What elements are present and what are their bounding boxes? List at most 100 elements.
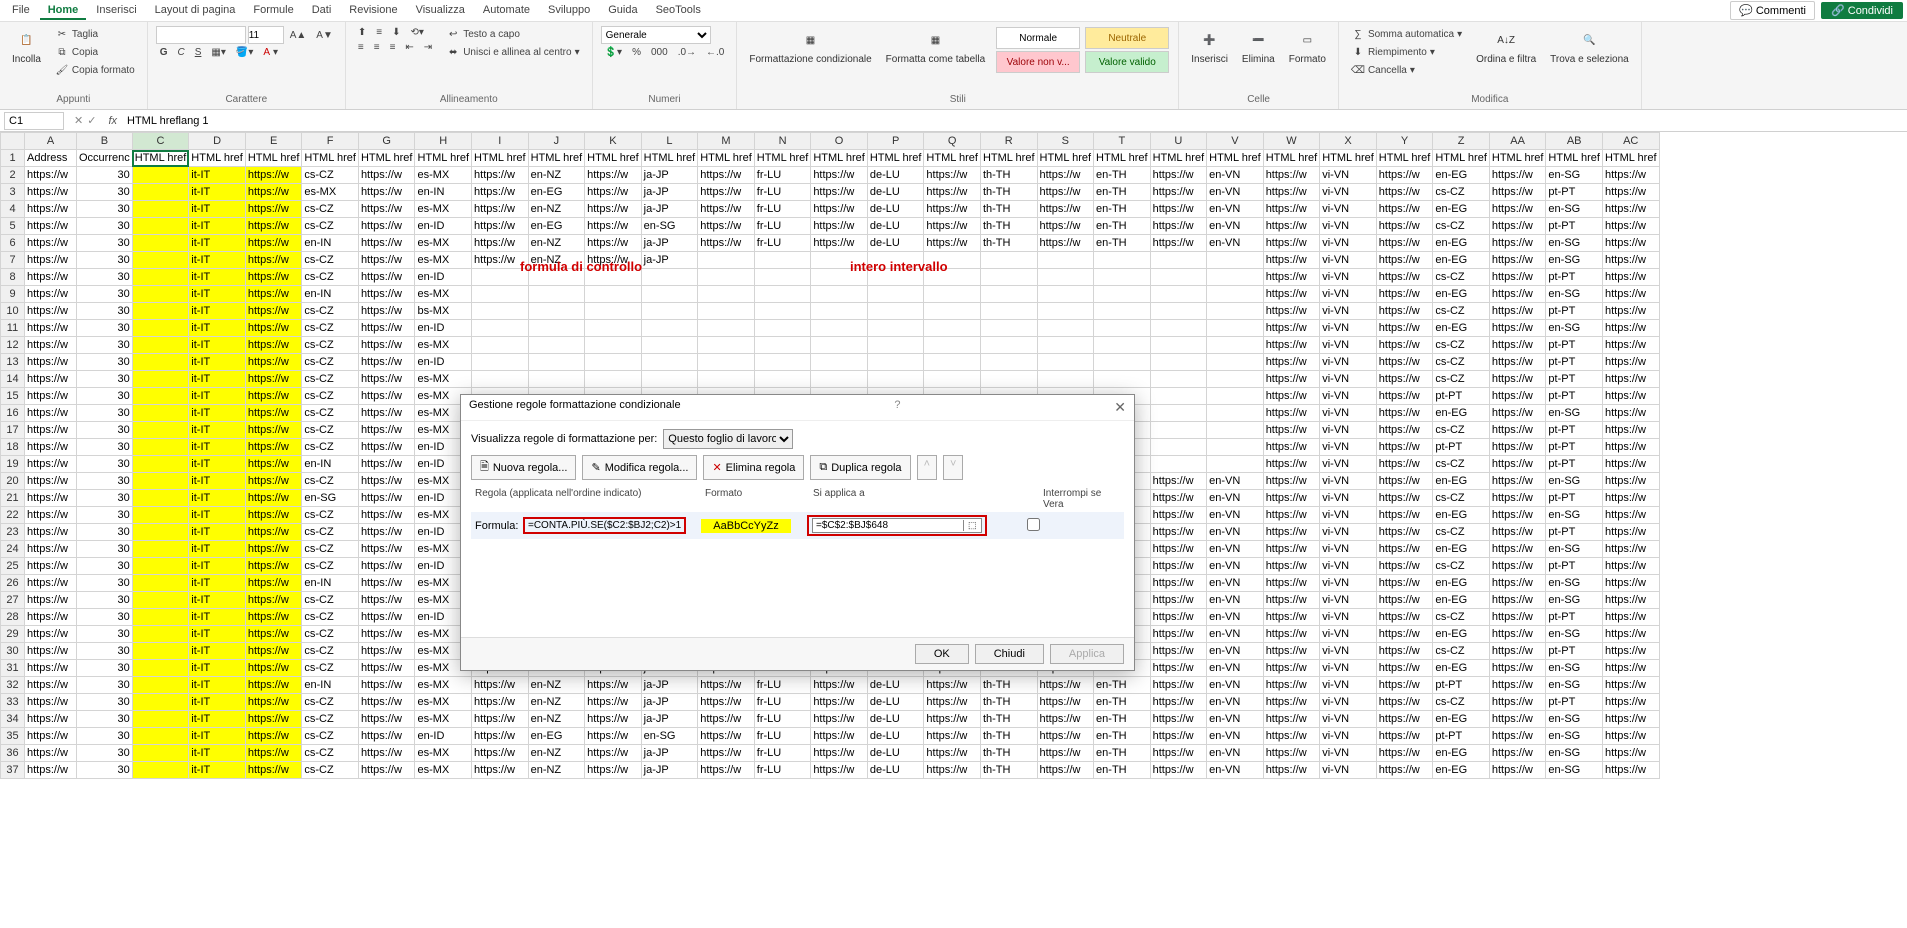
- cell[interactable]: vi-VN: [1320, 660, 1377, 677]
- cell[interactable]: de-LU: [867, 745, 924, 762]
- cell[interactable]: https://w: [1150, 473, 1207, 490]
- cell[interactable]: [754, 337, 811, 354]
- cell[interactable]: it-IT: [189, 473, 246, 490]
- conditional-formatting-button[interactable]: ▦ Formattazione condizionale: [745, 26, 875, 67]
- cell[interactable]: https://w: [1602, 269, 1659, 286]
- cell[interactable]: https://w: [1489, 286, 1546, 303]
- cell[interactable]: es-MX: [415, 337, 472, 354]
- cell[interactable]: https://w: [924, 745, 981, 762]
- cell[interactable]: https://w: [1376, 575, 1433, 592]
- cell[interactable]: it-IT: [189, 575, 246, 592]
- cell[interactable]: https://w: [245, 201, 302, 218]
- cell[interactable]: https://w: [1037, 201, 1094, 218]
- cell[interactable]: 30: [77, 541, 133, 558]
- cell[interactable]: https://w: [1489, 507, 1546, 524]
- cell[interactable]: en-TH: [1094, 711, 1151, 728]
- cell[interactable]: 30: [77, 592, 133, 609]
- cell[interactable]: [1150, 269, 1207, 286]
- col-header-A[interactable]: A: [25, 133, 77, 150]
- row-header-26[interactable]: 26: [1, 575, 25, 592]
- cell[interactable]: pt-PT: [1546, 643, 1603, 660]
- cell[interactable]: ja-JP: [641, 252, 698, 269]
- cell[interactable]: it-IT: [189, 201, 246, 218]
- cell[interactable]: [867, 286, 924, 303]
- cell[interactable]: https://w: [358, 541, 415, 558]
- cell[interactable]: [698, 354, 755, 371]
- cell[interactable]: HTML href: [1207, 150, 1264, 167]
- row-header-15[interactable]: 15: [1, 388, 25, 405]
- cell[interactable]: https://w: [245, 320, 302, 337]
- bold-button[interactable]: G: [156, 46, 172, 59]
- row-header-29[interactable]: 29: [1, 626, 25, 643]
- cell[interactable]: https://w: [25, 728, 77, 745]
- cell[interactable]: cs-CZ: [302, 354, 359, 371]
- cell[interactable]: de-LU: [867, 218, 924, 235]
- cell[interactable]: https://w: [1489, 694, 1546, 711]
- cell[interactable]: en-VN: [1207, 507, 1264, 524]
- cell[interactable]: https://w: [1602, 473, 1659, 490]
- accept-formula-icon[interactable]: ✓: [87, 114, 96, 127]
- row-header-37[interactable]: 37: [1, 762, 25, 779]
- cell[interactable]: https://w: [245, 609, 302, 626]
- cell[interactable]: https://w: [1376, 439, 1433, 456]
- cell[interactable]: https://w: [698, 694, 755, 711]
- cell[interactable]: https://w: [245, 660, 302, 677]
- cell[interactable]: cs-CZ: [302, 609, 359, 626]
- cell[interactable]: bs-MX: [415, 303, 472, 320]
- cell[interactable]: https://w: [1263, 269, 1320, 286]
- cell[interactable]: https://w: [1489, 354, 1546, 371]
- cell[interactable]: it-IT: [189, 745, 246, 762]
- cell[interactable]: https://w: [358, 388, 415, 405]
- cell[interactable]: https://w: [1150, 524, 1207, 541]
- cell[interactable]: [528, 286, 585, 303]
- cell[interactable]: https://w: [811, 184, 868, 201]
- cell[interactable]: 30: [77, 626, 133, 643]
- cell[interactable]: https://w: [1602, 167, 1659, 184]
- cell[interactable]: en-EG: [1433, 320, 1490, 337]
- cell[interactable]: https://w: [1376, 524, 1433, 541]
- cell[interactable]: [132, 677, 189, 694]
- cell[interactable]: pt-PT: [1546, 354, 1603, 371]
- cell[interactable]: it-IT: [189, 320, 246, 337]
- cell[interactable]: [1207, 269, 1264, 286]
- cell[interactable]: https://w: [245, 762, 302, 779]
- cell[interactable]: https://w: [585, 745, 642, 762]
- col-header-J[interactable]: J: [528, 133, 585, 150]
- cell[interactable]: en-VN: [1207, 218, 1264, 235]
- cell[interactable]: https://w: [1263, 745, 1320, 762]
- cell[interactable]: https://w: [245, 337, 302, 354]
- cell[interactable]: [132, 303, 189, 320]
- cell[interactable]: en-VN: [1207, 184, 1264, 201]
- cell[interactable]: https://w: [1489, 371, 1546, 388]
- cell[interactable]: en-SG: [302, 490, 359, 507]
- cell[interactable]: https://w: [25, 473, 77, 490]
- col-header-Y[interactable]: Y: [1376, 133, 1433, 150]
- cell[interactable]: en-VN: [1207, 167, 1264, 184]
- cell[interactable]: https://w: [811, 762, 868, 779]
- cell[interactable]: pt-PT: [1433, 677, 1490, 694]
- cell[interactable]: https://w: [1376, 507, 1433, 524]
- cell[interactable]: de-LU: [867, 184, 924, 201]
- cell[interactable]: [924, 371, 981, 388]
- cell[interactable]: it-IT: [189, 422, 246, 439]
- cell[interactable]: en-EG: [528, 184, 585, 201]
- cell[interactable]: https://w: [245, 728, 302, 745]
- cell[interactable]: https://w: [1263, 711, 1320, 728]
- cell[interactable]: https://w: [358, 643, 415, 660]
- cell[interactable]: [1150, 303, 1207, 320]
- cell[interactable]: vi-VN: [1320, 184, 1377, 201]
- cell[interactable]: fr-LU: [754, 711, 811, 728]
- cell[interactable]: en-NZ: [528, 235, 585, 252]
- cell[interactable]: [1207, 388, 1264, 405]
- cell[interactable]: [132, 388, 189, 405]
- cell[interactable]: [132, 320, 189, 337]
- cell[interactable]: en-EG: [1433, 473, 1490, 490]
- cell[interactable]: HTML href: [1320, 150, 1377, 167]
- cell[interactable]: [585, 320, 642, 337]
- cell[interactable]: https://w: [698, 235, 755, 252]
- cell[interactable]: fr-LU: [754, 762, 811, 779]
- cell[interactable]: [924, 337, 981, 354]
- cell[interactable]: it-IT: [189, 728, 246, 745]
- cell[interactable]: https://w: [1602, 524, 1659, 541]
- cell[interactable]: fr-LU: [754, 218, 811, 235]
